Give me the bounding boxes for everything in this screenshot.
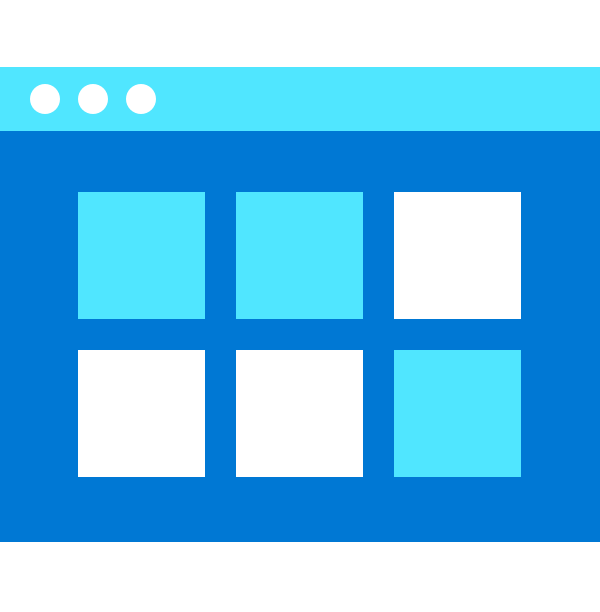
window-dot-icon <box>126 84 156 114</box>
grid-tile <box>236 192 363 319</box>
window-dot-icon <box>78 84 108 114</box>
grid-tile <box>236 350 363 477</box>
window-dot-icon <box>30 84 60 114</box>
grid-tile <box>394 350 521 477</box>
grid-tile <box>78 192 205 319</box>
grid-tile <box>394 192 521 319</box>
window-content <box>0 131 600 542</box>
app-grid-window-icon <box>0 67 600 542</box>
grid-tile <box>78 350 205 477</box>
window-titlebar <box>0 67 600 131</box>
